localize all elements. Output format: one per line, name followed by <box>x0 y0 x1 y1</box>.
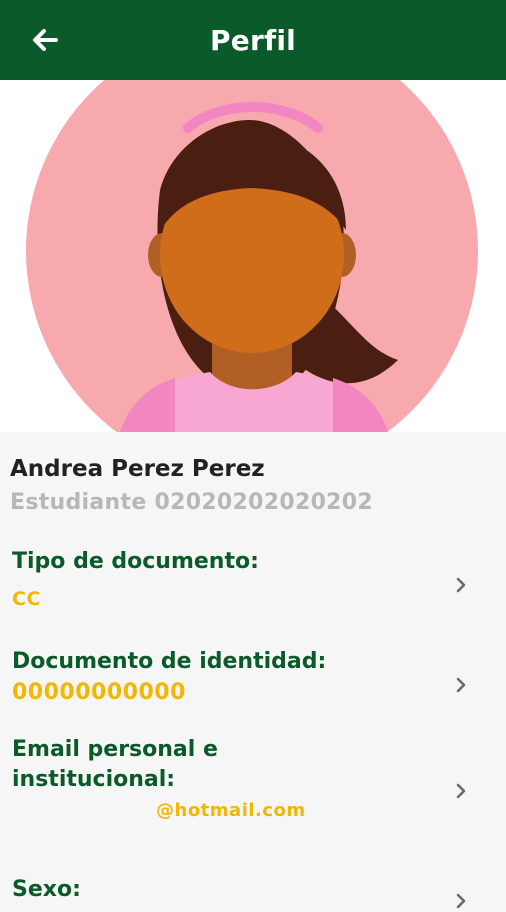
field-sex[interactable]: Sexo: <box>0 872 506 912</box>
chevron-right-icon <box>452 576 470 594</box>
field-label: Documento de identidad: <box>12 649 327 674</box>
field-email[interactable]: Email personal e institucional: @hotmail… <box>0 732 506 852</box>
chevron-right-icon <box>452 676 470 694</box>
profile-name: Andrea Perez Perez <box>10 456 265 482</box>
field-value: CC <box>12 588 41 610</box>
chevron-right-icon <box>452 892 470 910</box>
field-label: Tipo de documento: <box>12 549 259 574</box>
page-title: Perfil <box>210 23 296 57</box>
profile-avatar <box>0 80 506 432</box>
profile-role-id: Estudiante 02020202020202 <box>10 490 374 515</box>
app-bar: Perfil <box>0 0 506 80</box>
profile-info: Andrea Perez Perez Estudiante 0202020202… <box>0 432 506 909</box>
female-avatar-icon <box>26 80 478 432</box>
field-document-type[interactable]: Tipo de documento: CC <box>0 542 506 634</box>
field-label-line1: Email personal e <box>12 737 218 762</box>
field-value: 00000000000 <box>12 680 186 705</box>
chevron-right-icon <box>452 782 470 800</box>
field-label: Sexo: <box>12 877 81 902</box>
field-value: @hotmail.com <box>156 800 306 821</box>
field-identity-document[interactable]: Documento de identidad: 00000000000 <box>0 642 506 734</box>
field-label-line2: institucional: <box>12 767 176 792</box>
